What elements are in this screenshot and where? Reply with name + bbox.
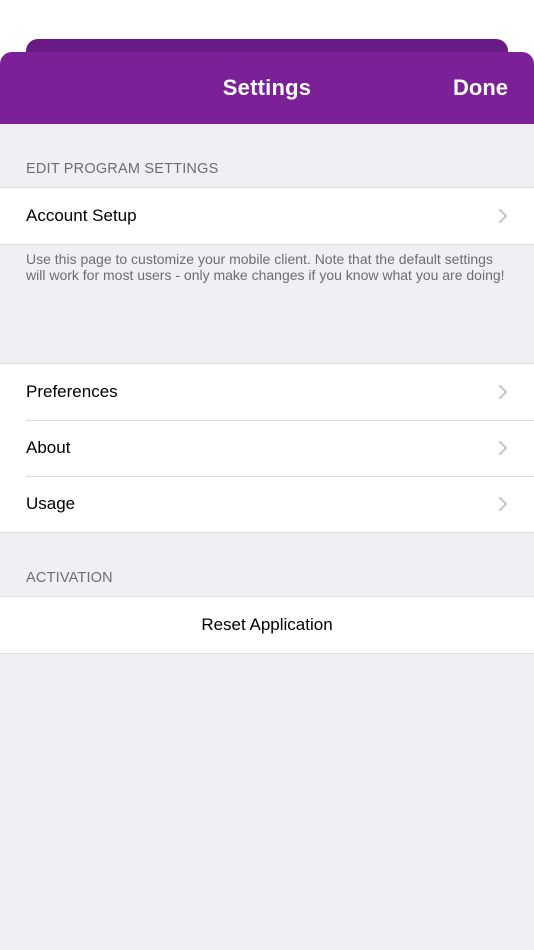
navigation-bar: Settings Done [0,52,534,124]
preferences-row[interactable]: Preferences [0,364,534,420]
chevron-right-icon [499,209,507,223]
activation-group: Reset Application [0,596,534,654]
settings-sheet: Settings Done EDIT PROGRAM SETTINGS Acco… [0,52,534,950]
about-label: About [26,438,71,457]
general-group: Preferences About Usage [0,363,534,533]
account-setup-row[interactable]: Account Setup [0,188,534,244]
account-setup-label: Account Setup [26,206,137,225]
reset-application-label: Reset Application [201,615,333,634]
page-title: Settings [222,75,312,100]
chevron-right-icon [499,441,507,455]
program-settings-group: Account Setup [0,187,534,245]
usage-row[interactable]: Usage [0,476,534,532]
chevron-right-icon [499,497,507,511]
usage-label: Usage [26,494,76,513]
preferences-label: Preferences [26,382,118,401]
reset-application-button[interactable]: Reset Application [0,597,534,653]
program-settings-footer: Use this page to customize your mobile c… [26,251,505,283]
section-header-activation: ACTIVATION [26,570,113,586]
about-row[interactable]: About [0,420,534,476]
chevron-right-icon [499,385,507,399]
section-header-program: EDIT PROGRAM SETTINGS [26,161,219,177]
done-button[interactable]: Done [453,75,508,101]
